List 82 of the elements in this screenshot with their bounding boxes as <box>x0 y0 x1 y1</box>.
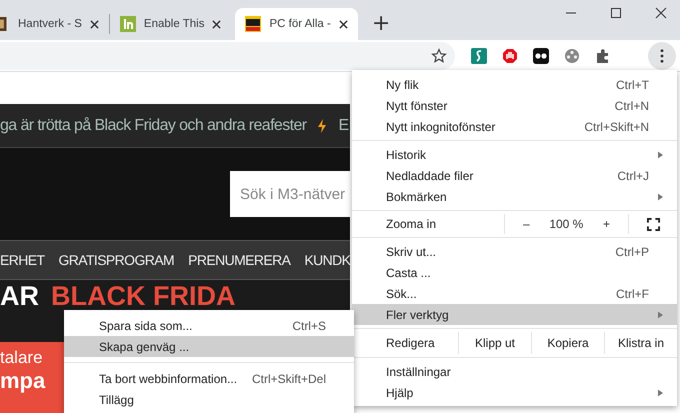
menu-item[interactable]: Fler verktyg <box>352 304 677 325</box>
film-reel-icon[interactable] <box>564 48 580 64</box>
menu-item[interactable]: Spara sida som... Ctrl+S <box>64 315 354 336</box>
shortcut-text: Ctrl+F <box>616 286 649 300</box>
menu-item[interactable]: Sök... Ctrl+F <box>352 283 677 304</box>
favicon-icon <box>120 16 136 32</box>
menu-item-label: Historik <box>386 148 428 162</box>
menu-item-label: Sök... <box>386 286 418 300</box>
shortcut-text: Ctrl+S <box>292 318 326 332</box>
star-icon[interactable] <box>431 48 447 64</box>
menu-icon <box>660 48 664 62</box>
menu-item-label: Spara sida som... <box>99 318 194 332</box>
menu-item-label: Inställningar <box>386 364 452 378</box>
zoom-out-button[interactable]: – <box>521 217 532 231</box>
menu-item-label: Ta bort webbinformation... <box>99 372 238 386</box>
menu-item-label: Nedladdade filer <box>386 168 474 182</box>
nav-link[interactable]: KUNDK <box>304 252 350 268</box>
promo-text: mpa <box>0 368 46 394</box>
promo-text: talare <box>0 348 44 368</box>
ticker-headline[interactable]: ga är trötta på Black Friday och andra reafester <box>0 116 306 134</box>
nav-link[interactable]: GRATISPROGRAM <box>58 252 174 268</box>
menu-item-label: Skapa genväg ... <box>99 340 190 354</box>
shortcut-text: Ctrl+P <box>615 244 649 258</box>
puzzle-icon[interactable] <box>595 48 611 64</box>
menu-item[interactable]: Skapa genväg ... <box>64 336 354 357</box>
shortcut-text: Ctrl+J <box>617 168 649 182</box>
tab-title: PC för Alla - <box>269 18 331 30</box>
menu-item[interactable]: Nytt inkognitofönster Ctrl+Skift+N <box>352 116 677 137</box>
menu-item-label: Redigera <box>385 335 436 352</box>
browser-tab[interactable]: PC för Alla - <box>235 8 358 40</box>
menu-button[interactable] <box>648 42 676 70</box>
favicon-icon <box>245 16 262 32</box>
edit-action-button[interactable]: Klipp ut <box>458 332 531 354</box>
menu-item[interactable]: Inställningar <box>352 361 677 382</box>
zoom-level: 100 % <box>549 217 584 231</box>
shortcut-text: Ctrl+Skift+N <box>584 120 649 134</box>
tab-title: Enable This <box>144 18 204 30</box>
browser-tab[interactable]: Hantverk - S <box>0 8 109 40</box>
menu-item-label: Hjälp <box>386 386 414 400</box>
zoom-in-button[interactable]: + <box>600 217 612 231</box>
close-icon[interactable] <box>212 20 222 28</box>
nav-link[interactable]: PRENUMERERA <box>188 252 290 268</box>
search-field[interactable]: Sök i M3-nätver <box>230 171 350 217</box>
maximize-icon[interactable] <box>610 7 622 19</box>
menu-item[interactable]: Casta ... <box>352 262 677 283</box>
menu-item-label: Nytt fönster <box>386 98 448 112</box>
shortcut-text: Ctrl+N <box>614 98 649 112</box>
menu-item[interactable]: Nedladdade filer Ctrl+J <box>352 165 677 186</box>
shortcut-text: Ctrl+Skift+Del <box>252 372 326 386</box>
menu-item-label: Zooma in <box>385 216 438 233</box>
menu-item[interactable]: Ta bort webbinformation... Ctrl+Skift+Del <box>64 368 354 389</box>
menu-item-label: Casta ... <box>386 266 432 280</box>
menu-item[interactable]: Skriv ut... Ctrl+P <box>352 241 677 262</box>
headline-text: AR <box>0 282 39 310</box>
menu-item[interactable]: Bokmärken <box>352 186 677 207</box>
close-icon[interactable] <box>338 20 348 28</box>
menu-item[interactable]: Historik <box>352 144 677 165</box>
menu-item-label: Nytt inkognitofönster <box>386 120 496 134</box>
fullscreen-icon <box>646 218 660 230</box>
close-icon[interactable] <box>655 7 667 19</box>
menu-item[interactable]: Nytt fönster Ctrl+N <box>352 95 677 116</box>
browser-tab[interactable]: Enable This <box>110 8 232 40</box>
nav-link[interactable]: ERHET <box>0 252 44 268</box>
edit-action-button[interactable]: Klistra in <box>604 332 677 354</box>
menu-item-label: Ny flik <box>386 78 420 92</box>
edit-action-button[interactable]: Kopiera <box>531 332 604 354</box>
ticker-headline[interactable]: E <box>338 116 349 134</box>
menu-item[interactable]: Ny flik Ctrl+T <box>352 74 677 95</box>
tab-title: Hantverk - S <box>18 18 82 30</box>
menu-item[interactable]: Hjälp <box>352 382 677 403</box>
new-tab-button[interactable]: + <box>366 11 396 37</box>
menu-item-label: Fler verktyg <box>386 308 450 322</box>
menu-item[interactable]: Tillägg <box>64 389 354 410</box>
extension-icon[interactable] <box>533 48 549 64</box>
close-icon[interactable] <box>90 20 99 28</box>
menu-item-label: Skriv ut... <box>386 244 438 258</box>
menu-item-label: Bokmärken <box>386 190 448 204</box>
hand-icon[interactable] <box>502 48 518 64</box>
shortcut-text: Ctrl+T <box>616 78 649 92</box>
menu-item-label: Tillägg <box>99 392 135 406</box>
lightning-icon <box>318 118 326 132</box>
headline-text: BLACK FRIDA <box>51 282 236 310</box>
